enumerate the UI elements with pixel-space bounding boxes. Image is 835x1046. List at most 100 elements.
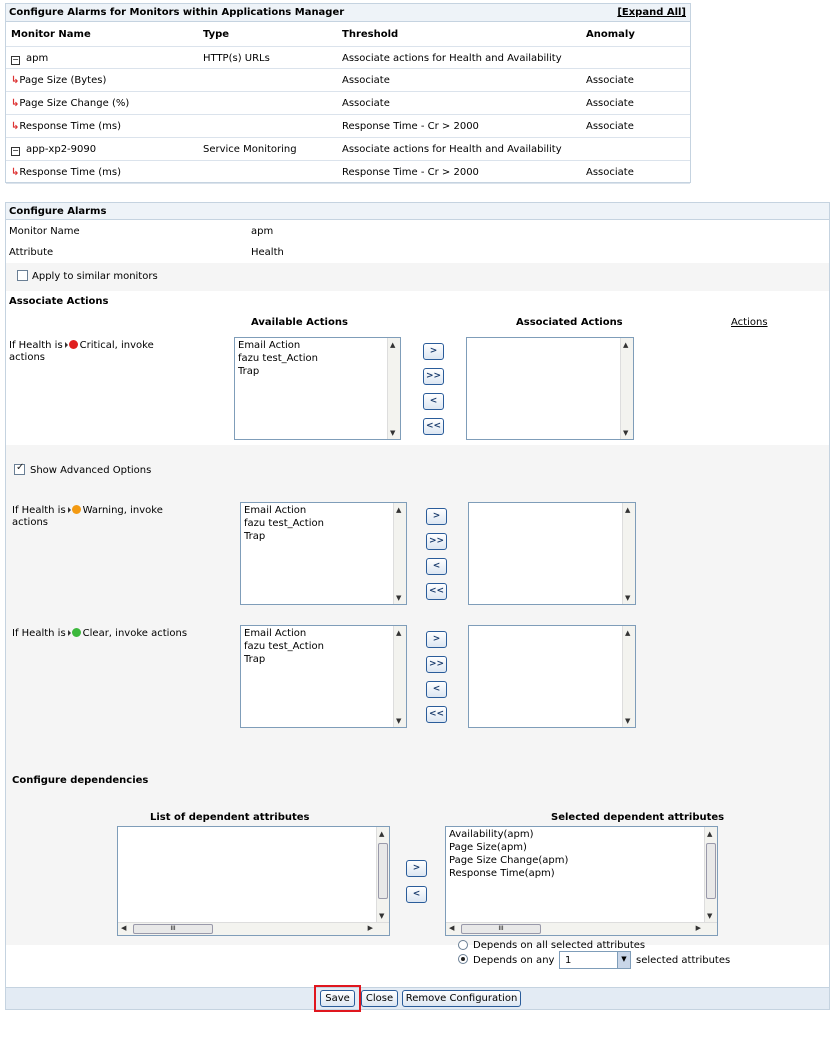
scroll-up-icon[interactable]: ▲ [623, 341, 628, 349]
expand-all-link[interactable]: [Expand All] [617, 7, 686, 18]
anomaly-cell[interactable]: Associate [586, 98, 634, 109]
clear-available-actions-list[interactable]: Email Action fazu test_Action Trap ▲ ▼ [240, 625, 407, 728]
scroll-down-icon[interactable]: ▼ [396, 717, 401, 725]
apply-similar-checkbox[interactable] [17, 270, 28, 281]
collapse-icon[interactable]: − [11, 147, 20, 156]
chevron-down-icon[interactable]: ▼ [617, 952, 630, 968]
threshold-cell[interactable]: Associate actions for Health and Availab… [342, 53, 562, 64]
attribute-cell[interactable]: ↳Response Time (ms) [11, 121, 121, 132]
scroll-thumb[interactable] [378, 843, 388, 899]
threshold-cell[interactable]: Response Time - Cr > 2000 [342, 121, 479, 132]
move-all-left-button[interactable]: << [423, 418, 444, 435]
horizontal-scrollbar[interactable]: ◀ III ▶ [446, 922, 717, 935]
move-right-button[interactable]: > [426, 631, 447, 648]
scroll-up-icon[interactable]: ▲ [707, 830, 712, 838]
attribute-cell[interactable]: ↳Page Size Change (%) [11, 98, 129, 109]
scroll-up-icon[interactable]: ▲ [625, 629, 630, 637]
warning-associated-actions-list[interactable]: ▲ ▼ [468, 502, 636, 605]
scroll-down-icon[interactable]: ▼ [396, 594, 401, 602]
scroll-up-icon[interactable]: ▲ [390, 341, 395, 349]
attribute-cell[interactable]: ↳Page Size (Bytes) [11, 75, 106, 86]
remove-configuration-button[interactable]: Remove Configuration [402, 990, 521, 1007]
move-dependency-left-button[interactable]: < [406, 886, 427, 903]
show-advanced-label: Show Advanced Options [30, 465, 152, 476]
move-all-right-button[interactable]: >> [423, 368, 444, 385]
scroll-down-icon[interactable]: ▼ [390, 429, 395, 437]
depends-any-radio[interactable] [458, 954, 468, 964]
list-item[interactable]: Trap [244, 531, 265, 542]
list-item[interactable]: Page Size(apm) [449, 842, 527, 853]
critical-associated-actions-list[interactable]: ▲ ▼ [466, 337, 634, 440]
clear-associated-actions-list[interactable]: ▲ ▼ [468, 625, 636, 728]
scroll-up-icon[interactable]: ▲ [396, 629, 401, 637]
scrollbar[interactable]: ▲ ▼ [387, 338, 400, 439]
list-item[interactable]: Email Action [244, 505, 306, 516]
move-all-left-button[interactable]: << [426, 706, 447, 723]
scroll-thumb[interactable]: III [461, 924, 541, 934]
scroll-left-icon[interactable]: ◀ [449, 924, 454, 932]
list-item[interactable]: Email Action [244, 628, 306, 639]
scroll-down-icon[interactable]: ▼ [625, 594, 630, 602]
scroll-thumb[interactable] [706, 843, 716, 899]
threshold-cell[interactable]: Associate [342, 75, 390, 86]
anomaly-cell[interactable]: Associate [586, 167, 634, 178]
scroll-right-icon[interactable]: ▶ [696, 924, 701, 932]
scroll-down-icon[interactable]: ▼ [625, 717, 630, 725]
list-item[interactable]: Trap [244, 654, 265, 665]
move-right-button[interactable]: > [426, 508, 447, 525]
move-left-button[interactable]: < [423, 393, 444, 410]
scrollbar[interactable]: ▲ ▼ [393, 626, 406, 727]
show-advanced-checkbox[interactable] [14, 462, 25, 475]
anomaly-cell[interactable]: Associate [586, 121, 634, 132]
horizontal-scrollbar[interactable]: ◀ III ▶ [118, 922, 389, 935]
attribute-cell[interactable]: ↳Response Time (ms) [11, 167, 121, 178]
list-item[interactable]: Availability(apm) [449, 829, 534, 840]
list-item[interactable]: Email Action [238, 340, 300, 351]
move-left-button[interactable]: < [426, 681, 447, 698]
scroll-left-icon[interactable]: ◀ [121, 924, 126, 932]
scrollbar[interactable]: ▲ ▼ [376, 827, 389, 922]
collapse-icon[interactable]: − [11, 56, 20, 65]
critical-available-actions-list[interactable]: Email Action fazu test_Action Trap ▲ ▼ [234, 337, 401, 440]
save-button[interactable]: Save [320, 990, 355, 1007]
move-left-button[interactable]: < [426, 558, 447, 575]
move-all-right-button[interactable]: >> [426, 656, 447, 673]
scroll-up-icon[interactable]: ▲ [379, 830, 384, 838]
configure-alarms-panel: Configure Alarms Monitor Name apm Attrib… [5, 202, 830, 1012]
scrollbar[interactable]: ▲ ▼ [704, 827, 717, 922]
list-item[interactable]: Page Size Change(apm) [449, 855, 568, 866]
threshold-cell[interactable]: Associate [342, 98, 390, 109]
scrollbar[interactable]: ▲ ▼ [622, 503, 635, 604]
close-button[interactable]: Close [361, 990, 398, 1007]
scroll-down-icon[interactable]: ▼ [623, 429, 628, 437]
scroll-down-icon[interactable]: ▼ [379, 912, 384, 920]
depends-any-count-select[interactable]: 1 ▼ [559, 951, 631, 969]
move-all-right-button[interactable]: >> [426, 533, 447, 550]
depends-all-radio[interactable] [458, 940, 468, 950]
selected-dependent-attributes-list[interactable]: Availability(apm) Page Size(apm) Page Si… [445, 826, 718, 936]
scrollbar[interactable]: ▲ ▼ [622, 626, 635, 727]
list-item[interactable]: fazu test_Action [238, 353, 318, 364]
scrollbar[interactable]: ▲ ▼ [393, 503, 406, 604]
warning-available-actions-list[interactable]: Email Action fazu test_Action Trap ▲ ▼ [240, 502, 407, 605]
list-item[interactable]: Trap [238, 366, 259, 377]
list-item[interactable]: fazu test_Action [244, 518, 324, 529]
anomaly-cell[interactable]: Associate [586, 75, 634, 86]
scroll-up-icon[interactable]: ▲ [396, 506, 401, 514]
move-right-button[interactable]: > [423, 343, 444, 360]
scroll-right-icon[interactable]: ▶ [368, 924, 373, 932]
monitor-cell[interactable]: − app-xp2-9090 [11, 144, 96, 156]
move-all-left-button[interactable]: << [426, 583, 447, 600]
scroll-up-icon[interactable]: ▲ [625, 506, 630, 514]
threshold-cell[interactable]: Associate actions for Health and Availab… [342, 144, 562, 155]
scroll-down-icon[interactable]: ▼ [707, 912, 712, 920]
list-item[interactable]: fazu test_Action [244, 641, 324, 652]
monitor-cell[interactable]: − apm [11, 53, 48, 65]
actions-link[interactable]: Actions [731, 317, 768, 328]
scroll-thumb[interactable]: III [133, 924, 213, 934]
dependent-attributes-list[interactable]: ▲ ▼ ◀ III ▶ [117, 826, 390, 936]
scrollbar[interactable]: ▲ ▼ [620, 338, 633, 439]
threshold-cell[interactable]: Response Time - Cr > 2000 [342, 167, 479, 178]
list-item[interactable]: Response Time(apm) [449, 868, 555, 879]
move-dependency-right-button[interactable]: > [406, 860, 427, 877]
